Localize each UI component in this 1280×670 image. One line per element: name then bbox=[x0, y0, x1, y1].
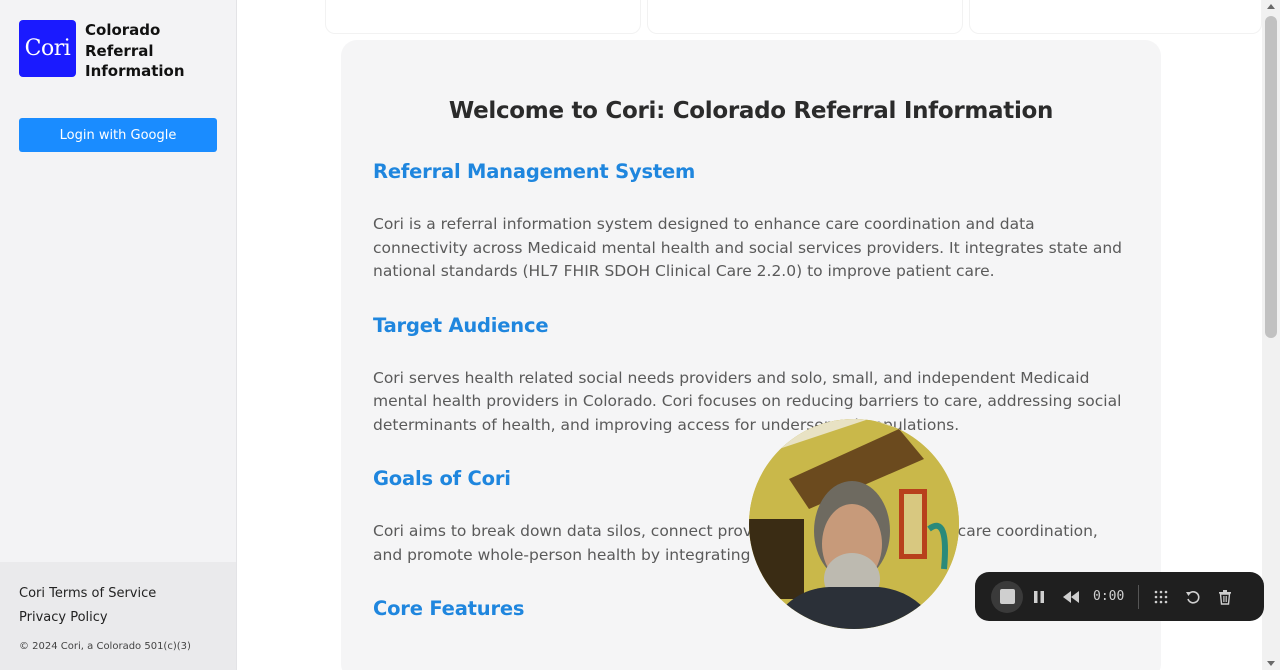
privacy-policy-link[interactable]: Privacy Policy bbox=[19, 606, 217, 630]
rewind-button[interactable] bbox=[1055, 581, 1087, 613]
webcam-preview[interactable] bbox=[749, 419, 959, 629]
logo[interactable]: Cori Colorado Referral Information bbox=[19, 20, 185, 82]
terms-of-service-link[interactable]: Cori Terms of Service bbox=[19, 582, 217, 606]
restart-button[interactable] bbox=[1177, 581, 1209, 613]
top-tile bbox=[325, 0, 641, 34]
pause-icon bbox=[1034, 590, 1044, 603]
section-heading: Target Audience bbox=[373, 313, 549, 337]
scroll-down-icon[interactable] bbox=[1267, 661, 1275, 666]
trash-icon bbox=[1219, 589, 1232, 605]
logo-mark: Cori bbox=[19, 20, 76, 77]
top-tile bbox=[647, 0, 963, 34]
delete-button[interactable] bbox=[1209, 581, 1241, 613]
rewind-icon bbox=[1063, 590, 1079, 603]
page-title: Welcome to Cori: Colorado Referral Infor… bbox=[448, 98, 1054, 124]
restart-icon bbox=[1186, 590, 1200, 604]
login-with-google-button[interactable]: Login with Google bbox=[19, 118, 217, 152]
top-tile bbox=[969, 0, 1262, 34]
webcam-image bbox=[749, 419, 959, 629]
scroll-thumb[interactable] bbox=[1265, 16, 1277, 338]
copyright: © 2024 Cori, a Colorado 501(c)(3) bbox=[19, 641, 191, 652]
sidebar: Cori Colorado Referral Information Login… bbox=[0, 0, 237, 670]
section-body: Cori is a referral information system de… bbox=[373, 215, 1123, 280]
logo-title: Colorado Referral Information bbox=[85, 21, 185, 80]
section-heading: Referral Management System bbox=[373, 160, 696, 183]
toolbar-divider bbox=[1138, 584, 1140, 609]
sidebar-footer: Cori Terms of Service Privacy Policy © 2… bbox=[0, 562, 236, 670]
stop-recording-button[interactable] bbox=[991, 580, 1023, 613]
section-heading: Goals of Cori bbox=[373, 467, 511, 490]
section-body: Cori serves health related social needs … bbox=[373, 368, 1122, 434]
scroll-up-icon[interactable] bbox=[1267, 4, 1275, 9]
recording-timer: 0:00 bbox=[1093, 589, 1125, 604]
stop-icon bbox=[999, 589, 1015, 604]
grid-icon bbox=[1155, 590, 1168, 603]
top-tiles bbox=[325, 0, 1262, 34]
grid-button[interactable] bbox=[1145, 581, 1177, 613]
pause-button[interactable] bbox=[1023, 581, 1055, 613]
recording-toolbar: 0:00 bbox=[975, 572, 1264, 621]
page-scrollbar[interactable] bbox=[1262, 0, 1280, 670]
